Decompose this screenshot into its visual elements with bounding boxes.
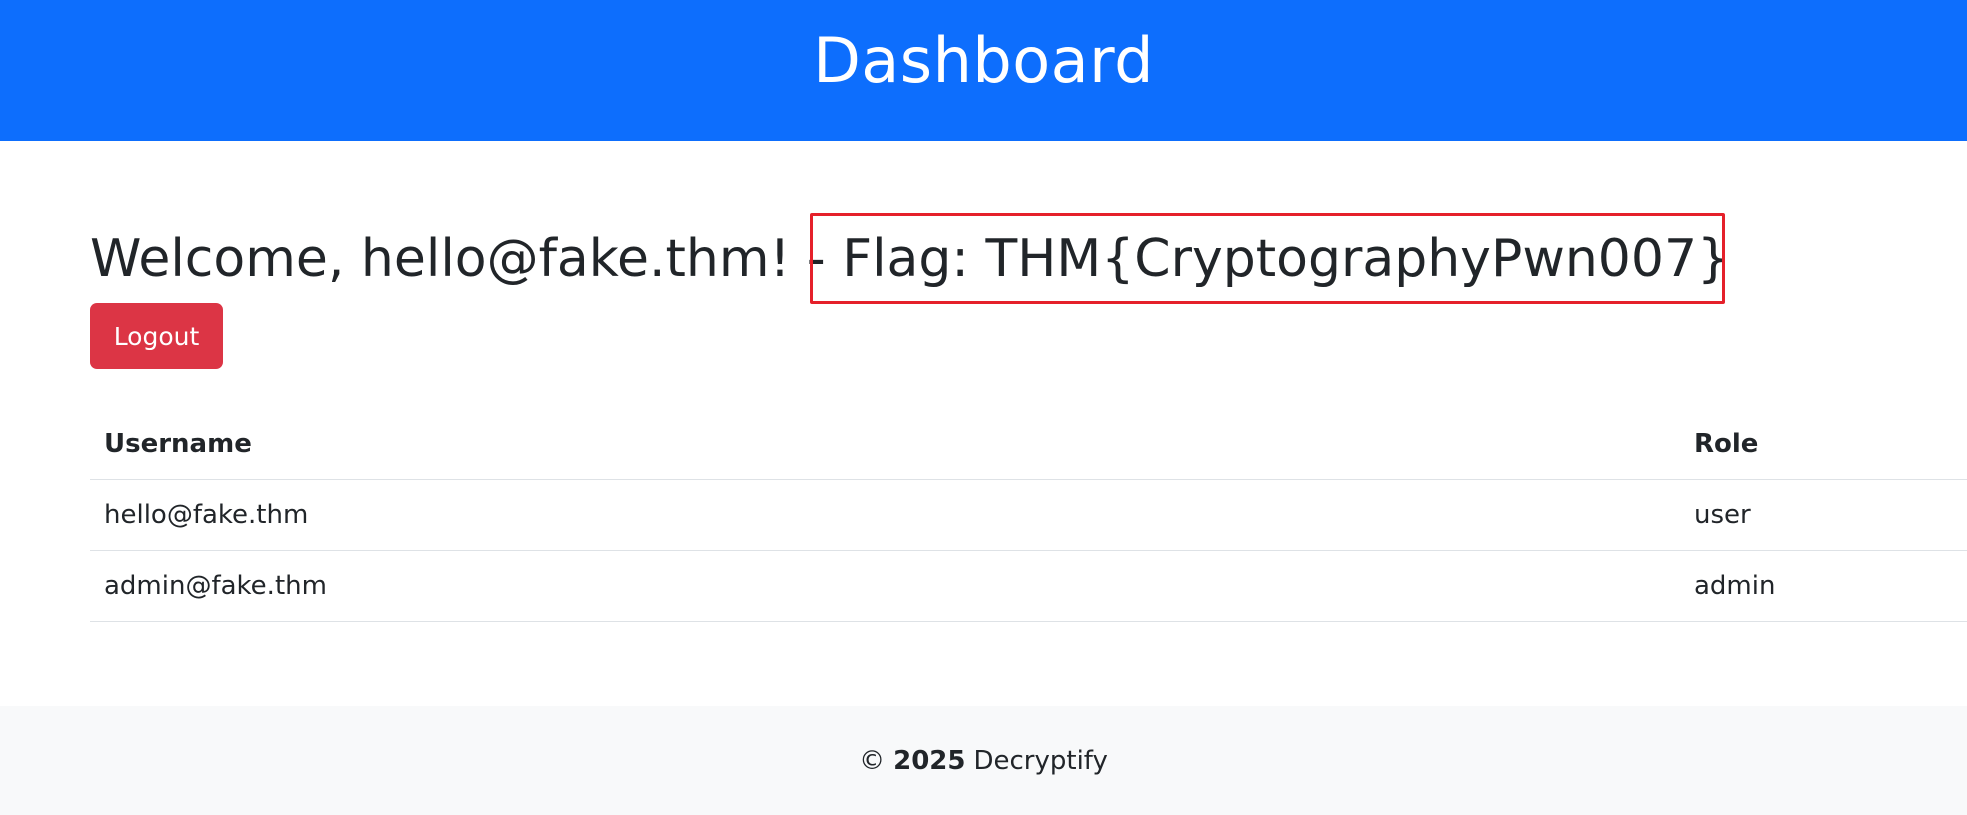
table-row: hello@fake.thm user [90,479,1967,551]
copyright-year: 2025 [893,745,966,776]
username-cell: admin@fake.thm [90,550,1680,622]
welcome-heading: Welcome, hello@fake.thm! - Flag: THM{Cry… [90,224,1730,294]
footer: © 2025 Decryptify [0,706,1967,815]
page-title: Dashboard [813,24,1154,97]
column-header-username: Username [90,409,1680,480]
table-header-row: Username Role [90,409,1967,480]
welcome-text: Welcome, hello@fake.thm! - [90,229,843,289]
users-table: Username Role hello@fake.thm user admin@… [90,409,1967,622]
header-bar: Dashboard [0,0,1967,141]
role-cell: user [1680,479,1967,551]
column-header-role: Role [1680,409,1967,480]
flag-text: Flag: THM{CryptographyPwn007} [842,229,1731,289]
copyright-symbol: © [859,745,886,776]
username-cell: hello@fake.thm [90,479,1680,551]
role-cell: admin [1680,550,1967,622]
table-row: admin@fake.thm admin [90,550,1967,622]
logout-button[interactable]: Logout [90,303,223,369]
footer-brand: Decryptify [973,745,1108,776]
